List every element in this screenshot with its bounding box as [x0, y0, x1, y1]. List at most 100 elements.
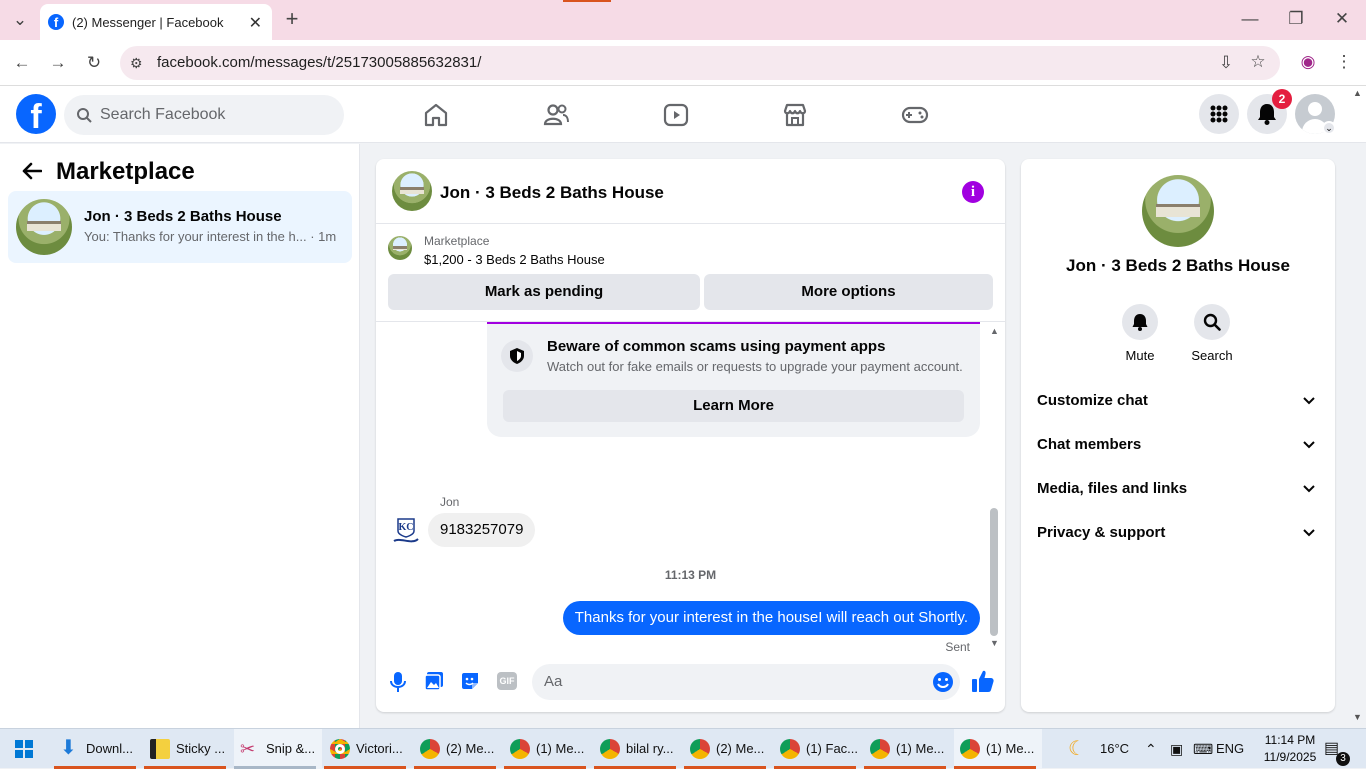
taskbar-label: (1) Me...	[986, 741, 1035, 756]
site-settings-icon[interactable]: ⚙	[130, 46, 143, 80]
back-icon[interactable]: ←	[10, 53, 34, 73]
search-action[interactable]: Search	[1177, 304, 1247, 363]
snip-sketch-icon: ✂	[240, 739, 256, 759]
message-composer: GIF Aa	[376, 659, 1005, 709]
info-icon[interactable]: i	[962, 181, 984, 203]
thumbs-up-icon[interactable]	[972, 669, 994, 693]
chat-avatar[interactable]	[392, 171, 432, 211]
window-close-icon[interactable]: ✕	[1330, 9, 1354, 29]
taskbar-chrome-1[interactable]: Victori...	[324, 729, 412, 769]
microphone-icon[interactable]	[390, 672, 406, 692]
taskbar-clock[interactable]: 11:14 PM 11/9/2025	[1257, 732, 1323, 766]
video-icon[interactable]	[662, 101, 690, 129]
taskbar-label: (1) Me...	[536, 741, 585, 756]
chrome-icon	[330, 739, 350, 759]
clock-date: 11/9/2025	[1263, 750, 1317, 764]
profile-icon[interactable]: ◉	[1296, 52, 1320, 72]
sticker-icon[interactable]	[460, 671, 480, 691]
minimize-icon[interactable]: —	[1238, 9, 1262, 29]
sidebar-title: Marketplace	[56, 158, 195, 185]
chat-details-panel: Jon · 3 Beds 2 Baths House Mute Search C…	[1021, 159, 1335, 712]
facebook-search-input[interactable]: Search Facebook	[64, 95, 344, 135]
bookmark-star-icon[interactable]: ☆	[1246, 52, 1270, 72]
sent-message-bubble[interactable]: Thanks for your interest in the houseI w…	[562, 601, 980, 635]
received-message-bubble[interactable]: 9183257079	[428, 513, 536, 547]
message-timestamp: 11:13 PM	[664, 568, 717, 582]
preview-time: · 1m	[310, 229, 337, 244]
chevron-down-icon	[1303, 485, 1315, 493]
royals-logo-icon: KC	[393, 518, 419, 543]
install-app-icon[interactable]: ⇩	[1214, 53, 1238, 73]
new-tab-icon[interactable]: +	[280, 8, 304, 30]
menu-grid-button[interactable]	[1199, 94, 1239, 134]
windows-start-icon[interactable]	[15, 740, 33, 758]
more-options-button[interactable]: More options	[704, 274, 993, 310]
weather-temperature[interactable]: 16°C	[1100, 729, 1129, 769]
account-chevron-icon[interactable]: ⌄	[1322, 121, 1336, 135]
customize-chat-section[interactable]: Customize chat	[1037, 381, 1319, 421]
privacy-support-section[interactable]: Privacy & support	[1037, 513, 1319, 553]
address-bar[interactable]: ⚙ facebook.com/messages/t/25173005885632…	[120, 46, 1280, 80]
page-scroll-up-icon[interactable]: ▲	[1353, 88, 1362, 98]
taskbar-label: (1) Me...	[896, 741, 945, 756]
restore-icon[interactable]: ❐	[1284, 9, 1308, 29]
sender-name: Jon	[440, 495, 460, 509]
thread-scrollbar[interactable]	[990, 508, 998, 636]
scroll-down-icon[interactable]: ▼	[990, 638, 999, 648]
taskbar-chrome-8[interactable]: (1) Me...	[954, 729, 1042, 769]
mute-action[interactable]: Mute	[1105, 304, 1175, 363]
forward-icon[interactable]: →	[46, 53, 70, 73]
taskbar-label: (2) Me...	[716, 741, 765, 756]
media-files-links-section[interactable]: Media, files and links	[1037, 469, 1319, 509]
search-placeholder: Search Facebook	[100, 106, 226, 123]
taskbar-label: bilal ry...	[626, 741, 674, 756]
taskbar-sticky-notes[interactable]: Sticky ...	[144, 729, 232, 769]
search-label: Search	[1191, 348, 1233, 363]
marketplace-icon[interactable]	[781, 101, 809, 129]
svg-text:KC: KC	[399, 522, 414, 533]
taskbar-chrome-2[interactable]: (2) Me...	[414, 729, 502, 769]
taskbar-downloads[interactable]: ⬇ Downl...	[54, 729, 142, 769]
conversation-list-item[interactable]: Jon · 3 Beds 2 Baths House You: Thanks f…	[8, 191, 352, 263]
back-arrow-icon[interactable]	[22, 162, 42, 180]
taskbar-label: (1) Fac...	[806, 741, 859, 756]
taskbar-chrome-3[interactable]: (1) Me...	[504, 729, 592, 769]
friends-icon[interactable]	[542, 101, 570, 129]
mark-as-pending-button[interactable]: Mark as pending	[388, 274, 700, 310]
tray-device-icon[interactable]: ▣	[1170, 729, 1183, 769]
gif-icon[interactable]: GIF	[497, 672, 517, 690]
grid-icon	[1210, 105, 1228, 123]
learn-more-button[interactable]: Learn More	[503, 390, 964, 422]
close-tab-icon[interactable]: ✕	[249, 13, 262, 33]
gaming-icon[interactable]	[901, 101, 929, 129]
taskbar-chrome-6[interactable]: (1) Fac...	[774, 729, 862, 769]
sender-avatar[interactable]: KC	[392, 517, 420, 547]
taskbar-chrome-5[interactable]: (2) Me...	[684, 729, 772, 769]
listing-source: Marketplace	[424, 234, 490, 248]
scroll-up-icon[interactable]: ▲	[990, 326, 999, 336]
taskbar-chrome-7[interactable]: (1) Me...	[864, 729, 952, 769]
home-icon[interactable]	[422, 101, 450, 129]
listing-summary[interactable]: $1,200 - 3 Beds 2 Baths House	[424, 252, 605, 267]
taskbar-chrome-4[interactable]: bilal ry...	[594, 729, 682, 769]
sticky-notes-icon	[150, 739, 170, 759]
taskbar-snip-sketch[interactable]: ✂ Snip &...	[234, 729, 322, 769]
photo-icon[interactable]	[424, 671, 444, 691]
chat-members-section[interactable]: Chat members	[1037, 425, 1319, 465]
facebook-logo-icon[interactable]: f	[16, 94, 56, 134]
chrome-menu-icon[interactable]: ⋮	[1332, 52, 1356, 72]
language-indicator[interactable]: ENG	[1216, 729, 1244, 769]
message-input[interactable]: Aa	[532, 664, 960, 700]
chrome-icon	[870, 739, 890, 759]
browser-tab-messenger[interactable]: f (2) Messenger | Facebook ✕	[40, 4, 272, 40]
shield-icon-wrap	[501, 340, 533, 372]
page-scroll-down-icon[interactable]: ▼	[1353, 712, 1362, 722]
reload-icon[interactable]: ↻	[82, 53, 106, 73]
mute-icon-wrap	[1122, 304, 1158, 340]
tray-chevron-icon[interactable]: ⌃	[1145, 729, 1157, 769]
network-icon[interactable]: ⌨	[1193, 729, 1213, 769]
tab-search-chevron-icon[interactable]: ⌄	[8, 10, 32, 30]
emoji-icon[interactable]	[932, 671, 954, 693]
weather-moon-icon[interactable]: ☾	[1068, 729, 1086, 769]
chat-title[interactable]: Jon · 3 Beds 2 Baths House	[440, 183, 664, 203]
